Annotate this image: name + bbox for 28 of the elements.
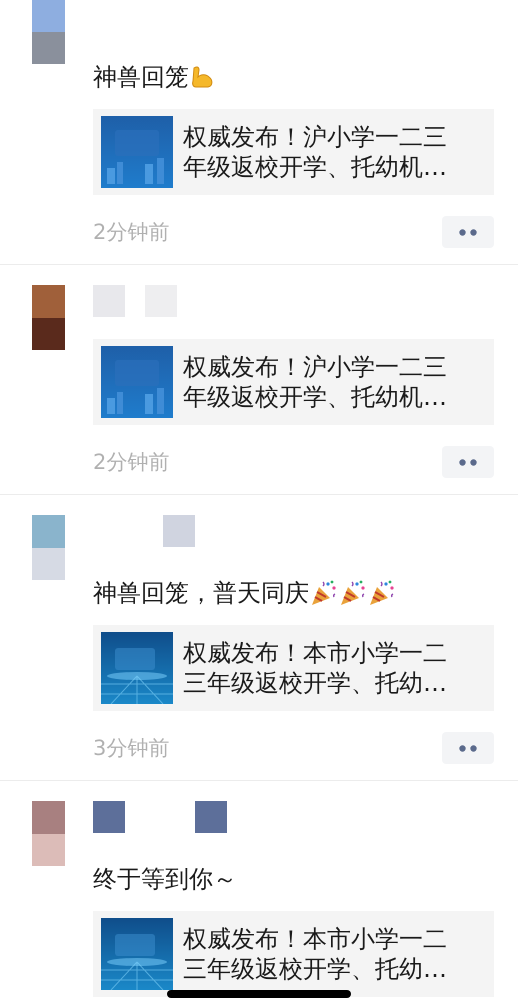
avatar[interactable] (32, 285, 65, 350)
post-time: 2分钟前 (93, 219, 170, 246)
link-card[interactable]: 权威发布！沪小学一二三 年级返校开学、托幼机… (93, 339, 494, 425)
post-time: 2分钟前 (93, 449, 170, 476)
party-popper-icon (339, 579, 367, 607)
link-card[interactable]: 权威发布！本市小学一二 三年级返校开学、托幼… (93, 625, 494, 711)
post-text: 终于等到你～ (93, 864, 237, 895)
link-title: 权威发布！沪小学一二三 年级返校开学、托幼机… (183, 352, 447, 412)
link-card[interactable]: 权威发布！本市小学一二 三年级返校开学、托幼… (93, 911, 494, 997)
avatar[interactable] (32, 515, 65, 580)
link-title: 权威发布！本市小学一二 三年级返校开学、托幼… (183, 638, 447, 698)
redacted-name (163, 515, 195, 547)
avatar[interactable] (32, 0, 65, 64)
link-title: 权威发布！沪小学一二三 年级返校开学、托幼机… (183, 122, 447, 182)
party-popper-icon (310, 579, 338, 607)
post-text: 神兽回笼 (93, 62, 189, 93)
more-button[interactable] (442, 446, 494, 478)
post-text: 神兽回笼，普天同庆 (93, 578, 309, 609)
post-time: 3分钟前 (93, 735, 170, 762)
more-button[interactable] (442, 732, 494, 764)
more-icon (459, 458, 477, 466)
avatar[interactable] (32, 801, 65, 866)
party-popper-icon (368, 579, 396, 607)
more-icon (459, 744, 477, 752)
more-icon (459, 228, 477, 236)
link-title: 权威发布！本市小学一二 三年级返校开学、托幼… (183, 924, 447, 984)
link-card[interactable]: 权威发布！沪小学一二三 年级返校开学、托幼机… (93, 109, 494, 195)
more-button[interactable] (442, 216, 494, 248)
